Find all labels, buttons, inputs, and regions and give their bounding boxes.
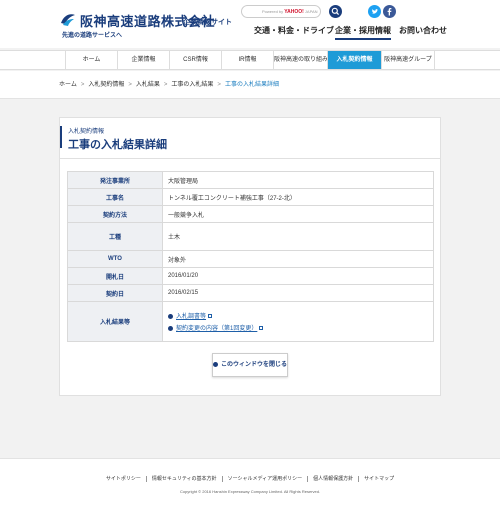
search-engine-suffix: JAPAN [304,9,318,14]
footer-link-social-policy[interactable]: ソーシャルメディア運用ポリシー [221,476,308,482]
company-logo-icon[interactable] [60,11,76,27]
gnav-corporate[interactable]: 企業・採用情報 [335,25,391,40]
twitter-icon [371,9,378,14]
row-value-work-name: トンネル覆工コンクリート補強工事（27-2-北） [162,188,434,206]
page-title: 工事の入札結果詳細 [68,139,167,151]
twitter-button[interactable] [368,5,381,18]
document-link-contract-change[interactable]: 契約変更の内容（第1回変更） [168,323,433,332]
breadcrumb-separator: > [80,82,85,88]
breadcrumb-current: 工事の入札結果詳細 [224,82,279,88]
subnav-csr[interactable]: CSR情報 [169,51,221,69]
panel-category-label: 入札契約情報 [68,129,105,135]
footer-link-privacy-policy[interactable]: 個人情報保護方針 [307,476,359,482]
table-row: 工事名 トンネル覆工コンクリート補強工事（27-2-北） [67,188,434,206]
row-label-contract-date: 契約日 [67,284,163,302]
facebook-icon [387,8,392,16]
site-footer: サイトポリシー 情報セキュリティの基本方針 ソーシャルメディア運用ポリシー 個人情報保… [0,458,500,509]
row-value-office: 大阪管理局 [162,171,434,189]
sub-navigation: ホーム 企業情報 CSR情報 IR情報 阪神高速の取り組み 入札契約情報 阪神高… [0,50,500,70]
row-value-work-type: 土木 [162,222,434,251]
search-input[interactable]: Powered by YAHOO! JAPAN [241,5,321,18]
document-link-label: 入札調書等 [176,314,207,320]
breadcrumb-construction-results[interactable]: 工事の入札結果 [171,82,213,88]
table-row: 発注事業所 大阪管理局 [67,171,434,189]
subnav-home[interactable]: ホーム [65,51,117,69]
footer-link-site-policy[interactable]: サイトポリシー [101,476,146,482]
gnav-contact[interactable]: お問い合わせ [399,25,447,36]
external-link-icon [208,314,213,319]
breadcrumb-separator: > [163,82,168,88]
search-icon [331,7,340,16]
site-header: 阪神高速道路株式会社 企業情報サイト 先進の道路サービスへ Powered by… [0,0,500,48]
documents-cell: 入札調書等 契約変更の内容（第1回変更） [162,301,434,342]
table-row: 工種 土木 [67,222,434,251]
bullet-icon [168,313,173,319]
subnav-initiatives[interactable]: 阪神高速の取り組み [273,51,328,69]
breadcrumb: ホーム > 入札契約情報 > 入札結果 > 工事の入札結果 > 工事の入札結果詳細 [0,71,500,99]
row-label-work-name: 工事名 [67,188,163,206]
breadcrumb-results[interactable]: 入札結果 [136,82,160,88]
table-row: 入札結果等 入札調書等 契約変更の内容（第1回変更） [67,301,434,342]
search-powered-by: Powered by [262,9,284,14]
table-row: 契約方法 一般競争入札 [67,205,434,223]
table-row: 開札日 2016/01/20 [67,267,434,285]
footer-links: サイトポリシー 情報セキュリティの基本方針 ソーシャルメディア運用ポリシー 個人情報保… [0,475,500,482]
row-value-opening-date: 2016/01/20 [162,267,434,285]
result-detail-panel: 入札契約情報 工事の入札結果詳細 発注事業所 大阪管理局 工事名 トンネル覆工コ… [59,117,441,396]
close-window-button[interactable]: このウィンドウを閉じる [212,353,288,377]
footer-link-security-policy[interactable]: 情報セキュリティの基本方針 [145,476,222,482]
close-window-label: このウィンドウを閉じる [221,362,288,368]
row-value-contract-method: 一般競争入札 [162,205,434,223]
yahoo-logo: YAHOO! [284,9,304,15]
row-value-contract-date: 2016/02/15 [162,284,434,302]
site-name: 企業情報サイト [183,19,232,26]
gnav-traffic[interactable]: 交通・料金・ドライブ [254,25,334,36]
row-value-wto: 対象外 [162,250,434,268]
row-label-opening-date: 開札日 [67,267,163,285]
row-label-documents: 入札結果等 [67,301,163,342]
tagline: 先進の道路サービスへ [62,33,123,39]
table-row: WTO 対象外 [67,250,434,268]
row-label-wto: WTO [67,250,163,268]
subnav-ir[interactable]: IR情報 [221,51,273,69]
breadcrumb-separator: > [128,82,132,88]
document-link-bid-record[interactable]: 入札調書等 [168,311,433,320]
document-link-label: 契約変更の内容（第1回変更） [176,326,258,332]
divider [60,158,440,159]
row-label-office: 発注事業所 [67,171,163,189]
copyright: Copyright © 2016 Hanshin Expressway Comp… [179,489,321,494]
footer-link-sitemap[interactable]: サイトマップ [358,476,400,482]
breadcrumb-home[interactable]: ホーム [59,82,77,88]
subnav-group[interactable]: 阪神高速グループ [381,51,435,69]
panel-heading: 入札契約情報 工事の入札結果詳細 [60,126,167,151]
row-label-contract-method: 契約方法 [67,205,163,223]
subnav-company[interactable]: 企業情報 [117,51,169,69]
breadcrumb-separator: > [217,82,221,88]
external-link-icon [259,326,264,331]
search-button[interactable] [329,5,342,18]
bullet-icon [168,325,173,331]
result-detail-table: 発注事業所 大阪管理局 工事名 トンネル覆工コンクリート補強工事（27-2-北）… [67,171,434,342]
breadcrumb-bidding[interactable]: 入札契約情報 [88,82,124,88]
table-row: 契約日 2016/02/15 [67,284,434,302]
bullet-icon [213,361,218,367]
facebook-button[interactable] [383,5,396,18]
subnav-bidding[interactable]: 入札契約情報 [327,51,381,69]
row-label-work-type: 工種 [67,222,163,251]
